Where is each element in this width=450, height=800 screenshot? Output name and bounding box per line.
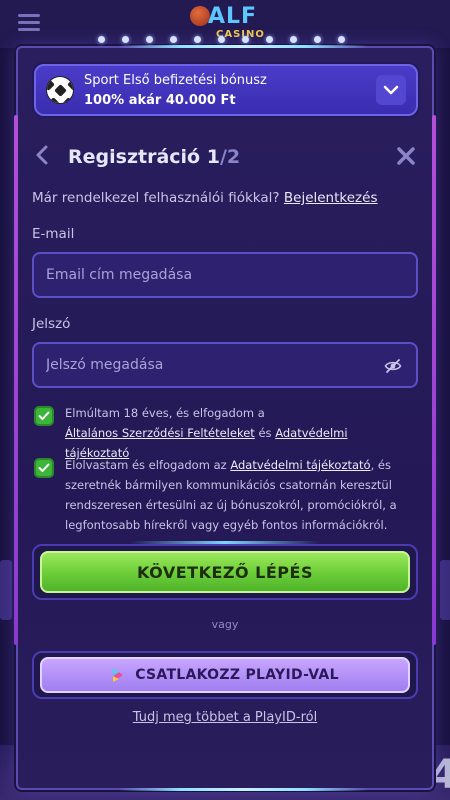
marketing-consent-text: Elolvastam és elfogadom az Adatvédelmi t… <box>65 455 415 535</box>
or-separator: vagy <box>211 618 239 631</box>
email-label: E-mail <box>32 226 75 242</box>
frame-side-bar <box>432 115 436 645</box>
email-field[interactable] <box>34 254 416 296</box>
password-field[interactable] <box>34 344 416 386</box>
age-consent-label: Elmúltam 18 éves, és elfogadom a <box>65 406 265 420</box>
frame-lights <box>98 36 358 44</box>
age-consent-text: Elmúltam 18 éves, és elfogadom a Általán… <box>65 403 415 463</box>
privacy-link-2[interactable]: Adatvédelmi tájékoztató <box>230 458 370 472</box>
back-arrow-icon[interactable] <box>34 144 50 166</box>
football-icon <box>46 76 74 104</box>
frame-glow <box>118 45 368 48</box>
side-tab-right <box>440 560 450 620</box>
marketing-consent-label: Elolvastam és elfogadom az <box>65 458 227 472</box>
step-total: /2 <box>219 146 241 168</box>
menu-icon[interactable] <box>18 14 40 31</box>
playid-button-frame: CSATLAKOZZ PLAYID-VAL <box>32 651 418 699</box>
check-icon <box>38 463 50 472</box>
logo-text: ALF <box>208 4 258 29</box>
eye-slash-icon[interactable] <box>384 357 402 375</box>
frame-glow <box>118 788 368 791</box>
marketing-consent-checkbox[interactable] <box>34 458 54 478</box>
playid-logo-icon <box>113 668 124 682</box>
page-title: Regisztráció 1/2 <box>68 146 240 168</box>
terms-link[interactable]: Általános Szerződési Feltételeket <box>65 426 255 440</box>
mascot-icon <box>190 6 210 26</box>
password-label: Jelszó <box>32 316 71 332</box>
next-step-button[interactable]: KÖVETKEZŐ LÉPÉS <box>40 551 410 593</box>
bonus-title: Sport Első befizetési bónusz <box>84 73 267 88</box>
title-text: Regisztráció 1 <box>68 146 220 168</box>
email-field-frame <box>32 252 418 298</box>
playid-button[interactable]: CSATLAKOZZ PLAYID-VAL <box>40 657 410 693</box>
password-field-frame <box>32 342 418 388</box>
login-link[interactable]: Bejelentkezés <box>284 190 378 206</box>
close-icon[interactable] <box>395 145 417 167</box>
age-consent-checkbox[interactable] <box>34 406 54 426</box>
login-prompt: Már rendelkezel felhasználói fiókkal? Be… <box>32 190 377 206</box>
learn-more-playid-link[interactable]: Tudj meg többet a PlayID-ról <box>0 710 450 725</box>
bonus-subtitle: 100% akár 40.000 Ft <box>84 93 236 108</box>
button-glow <box>130 541 320 544</box>
playid-button-label: CSATLAKOZZ PLAYID-VAL <box>135 667 339 683</box>
side-tab-left <box>0 560 12 620</box>
login-prompt-text: Már rendelkezel felhasználói fiókkal? <box>32 190 280 206</box>
next-button-frame: KÖVETKEZŐ LÉPÉS <box>32 544 418 600</box>
check-icon <box>38 411 50 420</box>
chevron-down-icon[interactable] <box>376 75 406 105</box>
bonus-selector[interactable]: Sport Első befizetési bónusz 100% akár 4… <box>34 64 418 116</box>
and-text: és <box>258 426 272 440</box>
frame-side-bar <box>14 115 18 645</box>
